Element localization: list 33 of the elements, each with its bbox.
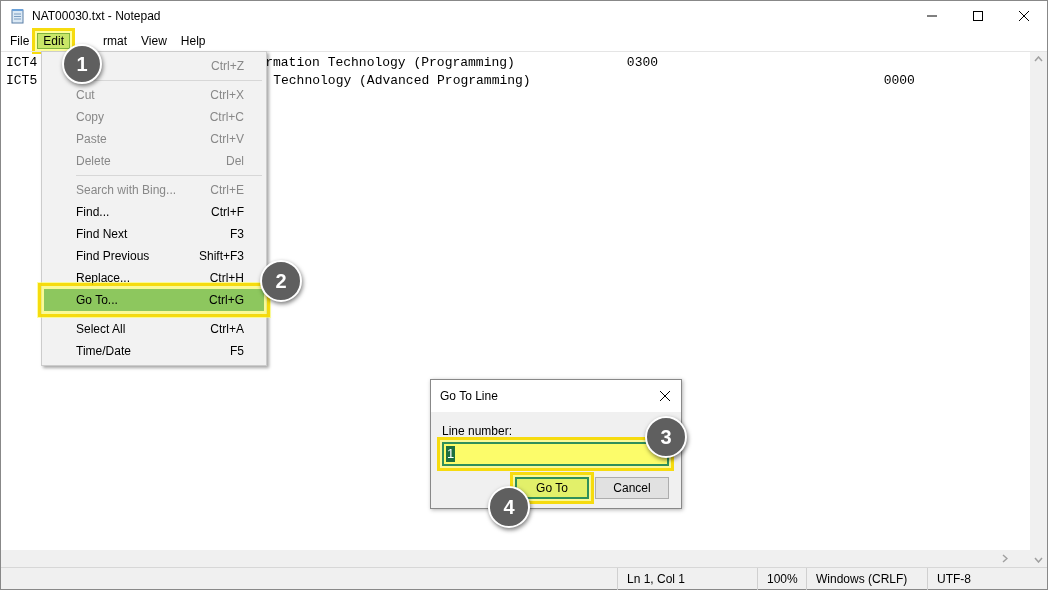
text-line: ICT5 [6, 72, 38, 90]
scroll-down-icon[interactable] [1034, 557, 1043, 563]
dialog-button[interactable]: Cancel [595, 477, 669, 499]
status-text: Windows (CRLF) [806, 567, 927, 590]
menu-item[interactable]: Time/Date F5 [44, 340, 264, 362]
menu-item[interactable]: File [4, 33, 36, 49]
text-line: 0000 [883, 72, 915, 90]
status-text: Ln 1, Col 1 [617, 567, 757, 590]
text-line: ICT4 [6, 54, 38, 72]
menu-item[interactable]: View [135, 33, 173, 49]
text-line: Technology (Advanced Programming) [273, 72, 531, 90]
maximize-icon [973, 11, 983, 21]
menu-item[interactable]: rmat [102, 33, 134, 49]
menu-item[interactable]: Find Next F3 [44, 223, 264, 245]
window-title: NAT00030.txt - Notepad [32, 8, 161, 25]
step-number-badge: 4 [488, 486, 530, 528]
scroll-up-icon[interactable] [1034, 56, 1043, 62]
close-icon [1019, 11, 1029, 21]
close-icon[interactable] [659, 390, 671, 402]
menu-item[interactable]: Help [174, 33, 212, 49]
scroll-right-icon[interactable] [1002, 554, 1008, 563]
notepad-icon [10, 8, 26, 24]
field-label: Line number: [442, 423, 513, 440]
step-number-badge: 2 [260, 260, 302, 302]
vertical-scrollbar[interactable] [1030, 52, 1047, 567]
menu-item[interactable]: Find... Ctrl+F [44, 201, 264, 223]
text-line: 0300 [626, 54, 659, 72]
horizontal-scrollbar[interactable] [1, 550, 1030, 567]
dialog-title: Go To Line [440, 388, 498, 405]
text-line: rmation Technology (Programming) [265, 54, 515, 72]
status-text: UTF-8 [927, 567, 1017, 590]
menu-item[interactable]: Select All Ctrl+A [44, 318, 264, 340]
status-text: 100% [757, 567, 806, 590]
